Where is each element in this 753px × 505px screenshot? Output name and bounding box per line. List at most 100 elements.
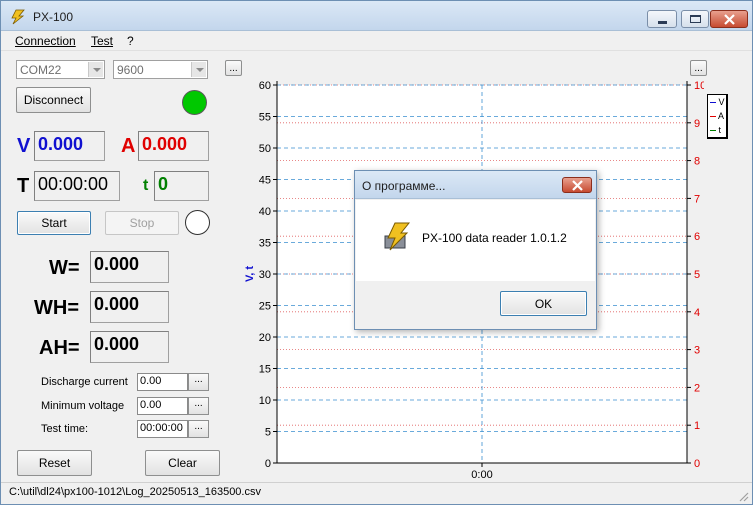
power-label: W= [49, 257, 80, 279]
clear-button[interactable]: Clear [145, 450, 220, 476]
status-bar: C:\util\dl24\px100-1012\Log_20250513_163… [1, 482, 752, 504]
main-window: PX-100 Connection Test ? COM22 9600 ... … [0, 0, 753, 505]
right-tick-label: 5 [694, 269, 700, 281]
right-tick-label: 4 [694, 307, 700, 319]
time-readout: 00:00:00 [34, 171, 120, 201]
right-tick-label: 6 [694, 231, 700, 243]
stop-button[interactable]: Stop [105, 211, 179, 235]
left-tick-label: 60 [259, 80, 271, 92]
left-tick-label: 10 [259, 395, 271, 407]
reset-button[interactable]: Reset [17, 450, 92, 476]
connection-status-led [182, 90, 207, 115]
time-label: T [17, 175, 30, 197]
chevron-down-icon[interactable] [191, 62, 206, 77]
about-dialog: О программе... PX-100 data reader 1.0.1.… [354, 170, 597, 330]
left-axis-title: V, t [244, 266, 256, 282]
legend-label-current: A [718, 111, 725, 121]
legend-line-voltage [710, 102, 716, 104]
menu-help[interactable]: ? [127, 34, 134, 48]
minimize-icon [658, 21, 667, 24]
voltage-label: V [17, 135, 31, 157]
dialog-body: PX-100 data reader 1.0.1.2 [356, 200, 595, 281]
dialog-ok-button[interactable]: OK [500, 291, 587, 316]
test-time-more-button[interactable]: ... [188, 420, 209, 438]
lightning-app-icon [384, 222, 411, 251]
discharge-current-more-button[interactable]: ... [188, 373, 209, 391]
port-select-value: COM22 [20, 63, 62, 77]
disconnect-button[interactable]: Disconnect [16, 87, 91, 113]
maximize-icon [690, 15, 701, 23]
right-tick-label: 8 [694, 156, 700, 168]
log-file-path: C:\util\dl24\px100-1012\Log_20250513_163… [9, 486, 261, 498]
legend-line-time [710, 130, 716, 132]
legend-item-current: A [710, 111, 724, 121]
resize-grip-icon[interactable] [737, 490, 749, 502]
close-icon [572, 180, 583, 191]
minimize-button[interactable] [647, 10, 677, 28]
energy-label: WH= [34, 297, 79, 319]
dialog-message: PX-100 data reader 1.0.1.2 [422, 231, 567, 245]
close-icon [724, 14, 735, 25]
left-tick-label: 55 [259, 112, 271, 124]
voltage-readout: 0.000 [34, 131, 105, 161]
power-readout: 0.000 [90, 251, 169, 283]
dialog-footer: OK [356, 281, 595, 329]
discharge-current-input[interactable]: 0.00 [137, 373, 188, 391]
discharge-current-label: Discharge current [41, 376, 128, 388]
capacity-label: AH= [39, 337, 80, 359]
legend-label-time: t [718, 125, 722, 135]
chart-more-button[interactable]: ... [690, 60, 707, 76]
current-readout: 0.000 [138, 131, 209, 161]
dialog-close-button[interactable] [562, 177, 592, 193]
menu-test[interactable]: Test [91, 34, 113, 48]
test-status-led [185, 210, 210, 235]
left-tick-label: 50 [259, 143, 271, 155]
maximize-button[interactable] [681, 10, 709, 28]
dialog-title: О программе... [362, 179, 446, 193]
legend-item-voltage: V [710, 97, 725, 107]
menu-connection[interactable]: Connection [15, 34, 76, 48]
baud-select-value: 9600 [117, 63, 144, 77]
right-tick-label: 9 [694, 118, 700, 130]
left-tick-label: 25 [259, 301, 271, 313]
legend-line-current [710, 116, 716, 118]
right-tick-label: 3 [694, 345, 700, 357]
right-tick-label: 10 [694, 80, 704, 92]
window-title: PX-100 [33, 10, 74, 24]
left-tick-label: 15 [259, 364, 271, 376]
minimum-voltage-input[interactable]: 0.00 [137, 397, 188, 415]
title-bar[interactable]: PX-100 [1, 1, 752, 31]
left-tick-label: 30 [259, 269, 271, 281]
chart-legend: V A t [707, 94, 728, 139]
start-button[interactable]: Start [17, 211, 91, 235]
minimum-voltage-label: Minimum voltage [41, 400, 125, 412]
left-tick-label: 5 [265, 427, 271, 439]
left-tick-label: 35 [259, 238, 271, 250]
left-tick-label: 0 [265, 458, 271, 470]
right-tick-label: 2 [694, 382, 700, 394]
energy-readout: 0.000 [90, 291, 169, 323]
left-tick-label: 20 [259, 332, 271, 344]
small-t-label: t [143, 177, 149, 194]
left-tick-label: 45 [259, 175, 271, 187]
minimum-voltage-more-button[interactable]: ... [188, 397, 209, 415]
current-label: A [121, 135, 136, 157]
small-t-readout: 0 [154, 171, 209, 201]
right-tick-label: 1 [694, 420, 700, 432]
test-time-label: Test time: [41, 423, 89, 435]
legend-item-time: t [710, 125, 721, 135]
menu-bar: Connection Test ? [1, 32, 752, 51]
right-tick-label: 0 [694, 458, 700, 470]
capacity-readout: 0.000 [90, 331, 169, 363]
port-select[interactable]: COM22 [16, 60, 105, 79]
x-tick-label: 0:00 [471, 469, 492, 479]
baud-select[interactable]: 9600 [113, 60, 208, 79]
test-time-input[interactable]: 00:00:00 [137, 420, 188, 438]
lightning-app-icon [11, 9, 25, 25]
close-button[interactable] [710, 10, 748, 28]
legend-label-voltage: V [718, 97, 725, 107]
right-tick-label: 7 [694, 193, 700, 205]
chevron-down-icon[interactable] [88, 62, 103, 77]
left-tick-label: 40 [259, 206, 271, 218]
dialog-title-bar[interactable]: О программе... [355, 171, 596, 199]
